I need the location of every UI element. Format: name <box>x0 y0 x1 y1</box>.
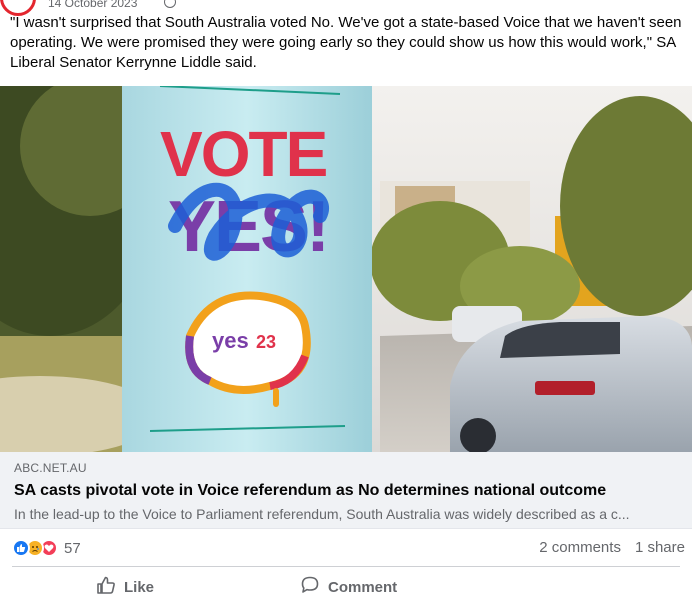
comments-count[interactable]: 2 comments <box>539 539 621 556</box>
comment-icon <box>300 575 320 599</box>
thumbs-up-icon <box>96 575 116 599</box>
post-text: "I wasn't surprised that South Australia… <box>10 14 682 71</box>
shares-count[interactable]: 1 share <box>635 539 685 556</box>
action-divider <box>12 566 680 567</box>
comment-button[interactable]: Comment <box>300 576 397 598</box>
logo-text: yes <box>212 328 249 353</box>
logo-number: 23 <box>256 332 276 352</box>
like-icon <box>12 539 30 557</box>
like-label: Like <box>124 578 155 596</box>
link-title[interactable]: SA casts pivotal vote in Voice referendu… <box>14 482 606 500</box>
link-preview-card[interactable]: ABC.NET.AU SA casts pivotal vote in Voic… <box>0 452 692 529</box>
comment-label: Comment <box>328 578 398 596</box>
post-image[interactable]: VOTE YES! yes 23 <box>0 86 692 452</box>
globe-icon <box>164 0 176 8</box>
reactions-summary[interactable]: 57 <box>12 538 81 558</box>
like-button[interactable]: Like <box>96 576 154 598</box>
link-description: In the lead-up to the Voice to Parliamen… <box>14 506 630 522</box>
link-domain: ABC.NET.AU <box>14 461 87 475</box>
engagement-counts: 2 comments 1 share <box>539 539 685 556</box>
reaction-count: 57 <box>64 539 81 557</box>
post-date[interactable]: 14 October 2023 <box>48 0 137 10</box>
sign-word-vote: VOTE <box>160 118 327 190</box>
